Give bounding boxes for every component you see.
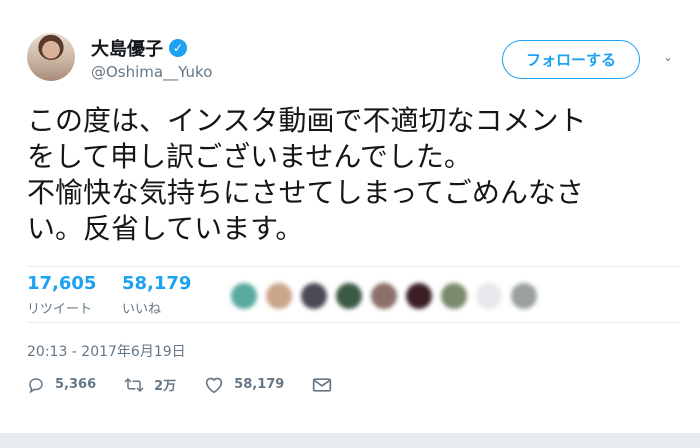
follow-button[interactable]: フォローする (502, 40, 640, 79)
like-action-count: 58,179 (234, 377, 285, 392)
liker-avatar[interactable] (231, 283, 257, 309)
liker-avatars (231, 283, 546, 309)
retweet-button[interactable]: 2万 (124, 375, 176, 394)
retweet-action-count: 2万 (154, 379, 177, 394)
message-button[interactable] (312, 377, 342, 393)
liker-avatar[interactable] (371, 283, 397, 309)
author-name-row: 大島優子 ✓ (91, 35, 187, 61)
tweet-line: い。反省しています。 (27, 212, 304, 245)
reply-icon (29, 377, 43, 393)
liker-avatar[interactable] (441, 283, 467, 309)
timestamp[interactable]: 20:13 - 2017年6月19日 (27, 341, 186, 361)
like-label: いいね (122, 302, 162, 317)
liker-avatar[interactable] (266, 283, 292, 309)
tweet-text: この度は、インスタ動画で不適切なコメント をして申し訳ございませんでした。 不愉… (27, 103, 677, 247)
liker-avatar[interactable] (301, 283, 327, 309)
verified-badge-icon: ✓ (169, 39, 187, 57)
retweet-icon (124, 377, 144, 392)
tweet-line: をして申し訳ございませんでした。 (27, 140, 472, 173)
action-bar: 5,366 2万 58,179 (27, 375, 370, 394)
liker-avatar[interactable] (476, 283, 502, 309)
liker-avatar[interactable] (511, 283, 537, 309)
divider (27, 266, 680, 267)
retweet-stat[interactable]: 17,605 リツイート (27, 273, 96, 317)
reply-button[interactable]: 5,366 (27, 376, 96, 394)
retweet-count: 17,605 (27, 273, 97, 294)
tweet-line: この度は、インスタ動画で不適切なコメント (27, 104, 587, 137)
footer-strip (0, 433, 700, 448)
reply-count: 5,366 (55, 377, 97, 392)
envelope-icon (313, 377, 332, 392)
liker-avatar[interactable] (336, 283, 362, 309)
retweet-label: リツイート (27, 302, 93, 317)
liker-avatar[interactable] (406, 283, 432, 309)
heart-icon (205, 377, 223, 393)
avatar[interactable] (27, 33, 75, 81)
tweet-line: 不愉快な気持ちにさせてしまってごめんなさ (27, 176, 584, 209)
like-button[interactable]: 58,179 (204, 376, 284, 394)
user-handle[interactable]: @Oshima__Yuko (91, 63, 212, 81)
like-stat[interactable]: 58,179 いいね (122, 273, 191, 317)
divider (27, 322, 680, 323)
like-count: 58,179 (122, 273, 192, 294)
display-name[interactable]: 大島優子 (91, 35, 163, 61)
chevron-down-icon[interactable]: ⌄ (661, 50, 675, 64)
